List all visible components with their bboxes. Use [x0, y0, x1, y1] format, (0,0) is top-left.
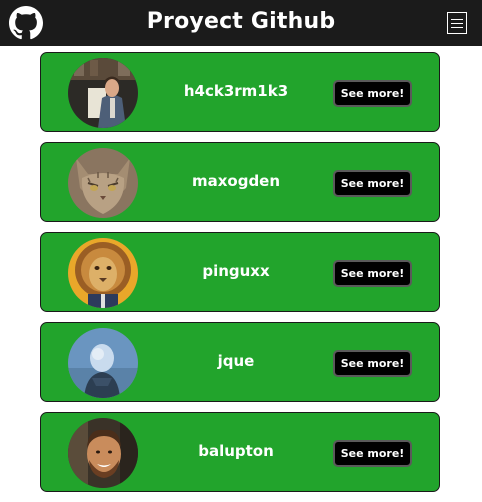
see-more-button[interactable]: See more! [333, 80, 412, 107]
see-more-button[interactable]: See more! [333, 350, 412, 377]
username[interactable]: jque [161, 352, 311, 370]
hamburger-menu-icon[interactable] [447, 12, 467, 34]
username[interactable]: maxogden [161, 172, 311, 190]
username[interactable]: balupton [161, 442, 311, 460]
see-more-button[interactable]: See more! [333, 440, 412, 467]
avatar [68, 418, 138, 488]
app-header: Proyect Github [0, 0, 482, 46]
username[interactable]: pinguxx [161, 262, 311, 280]
username[interactable]: h4ck3rm1k3 [161, 82, 311, 100]
avatar [68, 238, 138, 308]
app-title: Proyect Github [146, 9, 336, 34]
user-card: maxogden See more! [40, 142, 440, 222]
avatar [68, 58, 138, 128]
see-more-button[interactable]: See more! [333, 170, 412, 197]
user-card: jque See more! [40, 322, 440, 402]
avatar [68, 148, 138, 218]
avatar [68, 328, 138, 398]
user-list: h4ck3rm1k3 See more! maxogden See more! [40, 52, 440, 502]
user-card: balupton See more! [40, 412, 440, 492]
see-more-button[interactable]: See more! [333, 260, 412, 287]
user-card: pinguxx See more! [40, 232, 440, 312]
user-card: h4ck3rm1k3 See more! [40, 52, 440, 132]
